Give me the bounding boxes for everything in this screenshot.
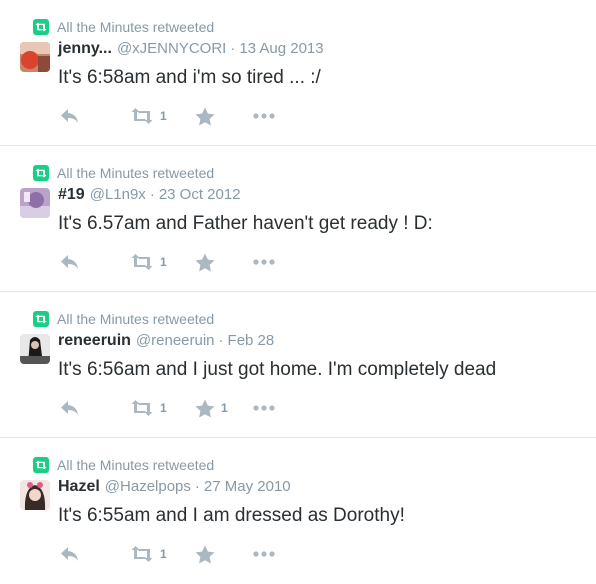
header-separator: ·	[230, 40, 236, 57]
retweet-count: 1	[160, 547, 167, 561]
tweet-actions: 1	[60, 544, 275, 564]
retweet-button[interactable]: 1	[130, 108, 174, 124]
retweet-button[interactable]: 1	[130, 546, 174, 562]
tweet-text: It's 6:58am and i'm so tired ... :/	[58, 67, 321, 88]
retweet-icon	[131, 546, 153, 562]
star-icon	[195, 545, 215, 563]
favorite-button[interactable]	[195, 545, 241, 564]
tweet-text: It's 6.57am and Father haven't get ready…	[58, 213, 433, 234]
header-separator: ·	[149, 186, 155, 203]
retweet-icon	[33, 457, 49, 473]
retweet-count: 1	[160, 401, 167, 415]
user-handle[interactable]: @xJENNYCORI	[117, 40, 226, 57]
retweet-icon	[33, 19, 49, 35]
retweet-icon	[131, 254, 153, 270]
reply-icon	[61, 255, 78, 269]
more-button[interactable]	[253, 113, 275, 119]
star-icon	[195, 399, 215, 417]
tweet-text: It's 6:56am and I just got home. I'm com…	[58, 359, 497, 380]
reply-icon	[61, 401, 78, 415]
retweet-icon	[33, 165, 49, 181]
avatar[interactable]	[20, 334, 50, 364]
favorite-button[interactable]	[195, 107, 241, 126]
star-icon	[195, 253, 215, 271]
tweet-timestamp[interactable]: Feb 28	[228, 332, 275, 349]
retweet-context-label[interactable]: All the Minutes retweeted	[57, 311, 214, 327]
favorite-button[interactable]	[195, 253, 241, 272]
retweet-button[interactable]: 1	[130, 254, 174, 270]
user-handle[interactable]: @L1n9x	[90, 186, 146, 203]
more-icon	[253, 259, 275, 265]
retweet-icon	[33, 311, 49, 327]
more-button[interactable]	[253, 405, 275, 411]
retweet-context-label[interactable]: All the Minutes retweeted	[57, 165, 214, 181]
more-icon	[253, 113, 275, 119]
favorite-count: 1	[221, 401, 228, 415]
user-fullname[interactable]: #19	[58, 186, 85, 204]
avatar[interactable]	[20, 42, 50, 72]
header-separator: ·	[194, 478, 200, 495]
tweet-actions: 1	[60, 106, 275, 126]
tweet-timestamp[interactable]: 27 May 2010	[204, 478, 291, 495]
retweet-icon	[131, 400, 153, 416]
user-handle[interactable]: @Hazelpops	[105, 478, 191, 495]
tweet[interactable]: All the Minutes retweeted jenny... @xJEN…	[0, 0, 596, 146]
retweet-context: All the Minutes retweeted	[33, 456, 214, 474]
tweet-text: It's 6:55am and I am dressed as Dorothy!	[58, 505, 405, 526]
tweet-timestamp[interactable]: 13 Aug 2013	[239, 40, 323, 57]
retweet-context-label[interactable]: All the Minutes retweeted	[57, 457, 214, 473]
avatar[interactable]	[20, 188, 50, 218]
tweet-header: jenny... @xJENNYCORI · 13 Aug 2013	[58, 40, 324, 60]
retweet-context: All the Minutes retweeted	[33, 164, 214, 182]
user-handle[interactable]: @reneeruin	[136, 332, 215, 349]
reply-icon	[61, 109, 78, 123]
user-fullname[interactable]: jenny...	[58, 40, 112, 58]
user-fullname[interactable]: reneeruin	[58, 332, 131, 350]
tweet-timestamp[interactable]: 23 Oct 2012	[159, 186, 241, 203]
star-icon	[195, 107, 215, 125]
favorite-button[interactable]: 1	[195, 399, 241, 418]
reply-button[interactable]	[60, 546, 82, 562]
retweet-context: All the Minutes retweeted	[33, 310, 214, 328]
tweet-actions: 1	[60, 252, 275, 272]
reply-button[interactable]	[60, 254, 82, 270]
tweet-header: Hazel @Hazelpops · 27 May 2010	[58, 478, 291, 498]
reply-icon	[61, 547, 78, 561]
more-icon	[253, 405, 275, 411]
tweet-feed: All the Minutes retweeted jenny... @xJEN…	[0, 0, 596, 584]
avatar[interactable]	[20, 480, 50, 510]
tweet[interactable]: All the Minutes retweeted Hazel @Hazelpo…	[0, 438, 596, 584]
retweet-icon	[131, 108, 153, 124]
retweet-count: 1	[160, 255, 167, 269]
tweet-header: #19 @L1n9x · 23 Oct 2012	[58, 186, 241, 206]
reply-button[interactable]	[60, 400, 82, 416]
more-button[interactable]	[253, 551, 275, 557]
retweet-count: 1	[160, 109, 167, 123]
retweet-context: All the Minutes retweeted	[33, 18, 214, 36]
reply-button[interactable]	[60, 108, 82, 124]
tweet[interactable]: All the Minutes retweeted #19 @L1n9x · 2…	[0, 146, 596, 292]
tweet-actions: 1 1	[60, 398, 275, 418]
retweet-button[interactable]: 1	[130, 400, 174, 416]
retweet-context-label[interactable]: All the Minutes retweeted	[57, 19, 214, 35]
header-separator: ·	[218, 332, 224, 349]
tweet-header: reneeruin @reneeruin · Feb 28	[58, 332, 274, 352]
more-icon	[253, 551, 275, 557]
more-button[interactable]	[253, 259, 275, 265]
user-fullname[interactable]: Hazel	[58, 478, 100, 496]
tweet[interactable]: All the Minutes retweeted reneeruin @ren…	[0, 292, 596, 438]
